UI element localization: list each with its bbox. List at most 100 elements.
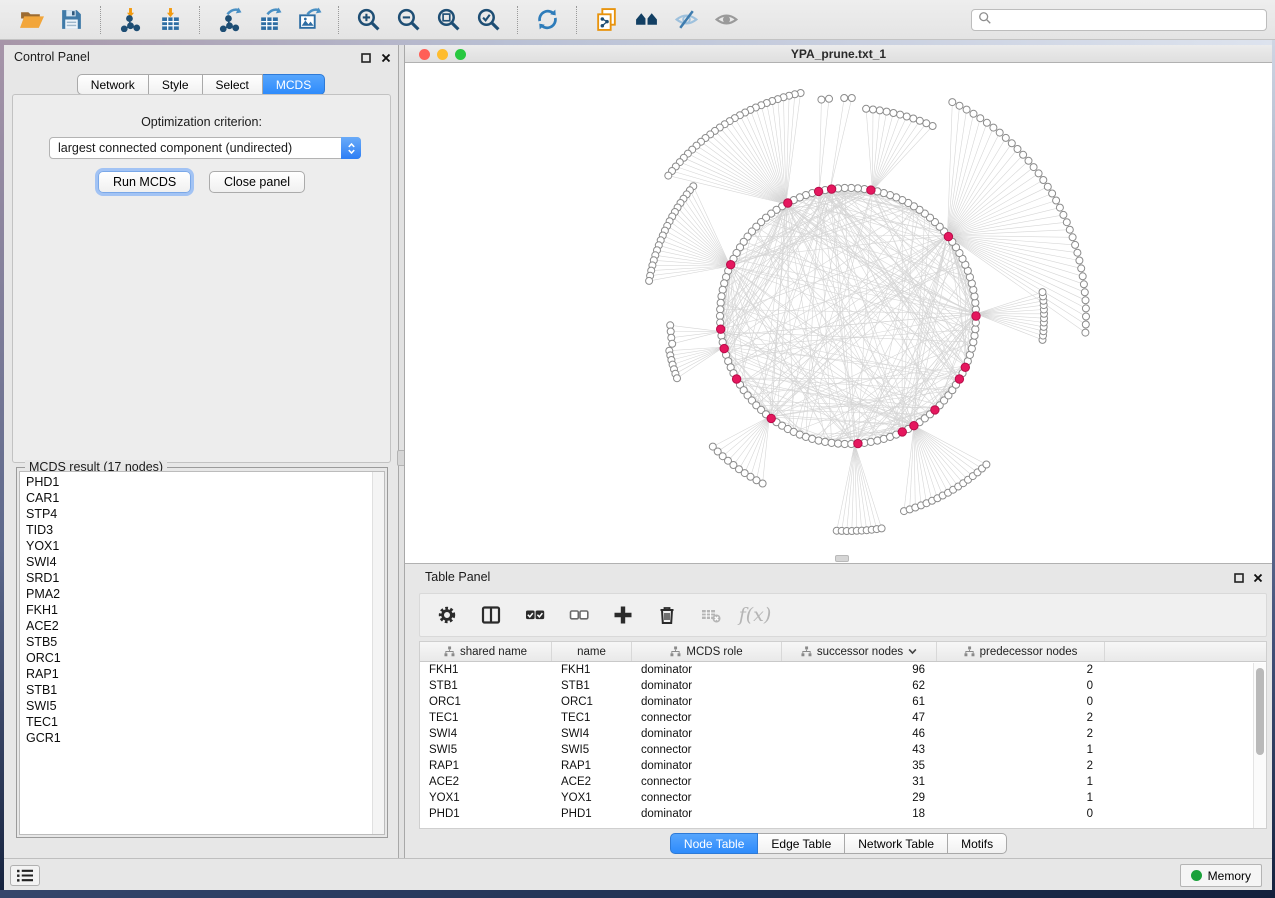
zoom-selected-button[interactable]	[471, 4, 505, 36]
satellite-node[interactable]	[983, 119, 990, 126]
satellite-node[interactable]	[1082, 305, 1089, 312]
mcds-result-item[interactable]: RAP1	[20, 666, 371, 682]
mcds-hub-node[interactable]	[814, 187, 822, 195]
delete-row-button[interactable]	[654, 602, 680, 628]
tab-select[interactable]: Select	[203, 74, 263, 95]
column-header-predecessor-nodes[interactable]: predecessor nodes	[937, 642, 1105, 661]
mcds-result-item[interactable]: SWI4	[20, 554, 371, 570]
node-table[interactable]: shared namenameMCDS rolesuccessor nodesp…	[419, 641, 1267, 829]
satellite-node[interactable]	[674, 375, 681, 382]
table-row[interactable]: ACE2ACE2connector311	[420, 774, 1266, 790]
tab-edge-table[interactable]: Edge Table	[758, 833, 845, 854]
horizontal-splitter-handle[interactable]	[835, 555, 849, 562]
satellite-node[interactable]	[1082, 321, 1089, 328]
satellite-node[interactable]	[970, 110, 977, 117]
satellite-node[interactable]	[1066, 226, 1073, 233]
satellite-node[interactable]	[1056, 204, 1063, 211]
table-row[interactable]: YOX1YOX1connector291	[420, 790, 1266, 806]
table-options-gear-button[interactable]	[434, 602, 460, 628]
satellite-node[interactable]	[1063, 219, 1070, 226]
network-node[interactable]	[970, 339, 977, 346]
mcds-hub-node[interactable]	[727, 261, 735, 269]
tab-style[interactable]: Style	[149, 74, 203, 95]
table-row[interactable]: TEC1TEC1connector472	[420, 710, 1266, 726]
close-panel-button[interactable]: Close panel	[209, 171, 305, 193]
mcds-result-item[interactable]: PHD1	[20, 474, 371, 490]
satellite-node[interactable]	[883, 108, 890, 115]
satellite-node[interactable]	[1076, 257, 1083, 264]
add-row-button[interactable]	[610, 602, 636, 628]
export-network-button[interactable]	[212, 4, 246, 36]
open-file-button[interactable]	[14, 4, 48, 36]
mcds-hub-node[interactable]	[955, 375, 963, 383]
satellite-node[interactable]	[759, 480, 766, 487]
mcds-hub-node[interactable]	[944, 232, 952, 240]
satellite-node[interactable]	[1008, 140, 1015, 147]
satellite-node[interactable]	[848, 95, 855, 102]
satellite-node[interactable]	[1025, 157, 1032, 164]
satellite-node[interactable]	[977, 115, 984, 122]
optimization-criterion-select[interactable]: largest connected component (undirected)	[49, 137, 361, 159]
mcds-result-item[interactable]: ORC1	[20, 650, 371, 666]
mcds-hub-node[interactable]	[767, 414, 775, 422]
satellite-node[interactable]	[949, 99, 956, 106]
mcds-result-item[interactable]: SRD1	[20, 570, 371, 586]
satellite-node[interactable]	[956, 102, 963, 109]
export-table-button[interactable]	[252, 4, 286, 36]
run-mcds-button[interactable]: Run MCDS	[98, 171, 191, 193]
table-row[interactable]: STB1STB1dominator620	[420, 678, 1266, 694]
network-node[interactable]	[867, 438, 874, 445]
satellite-node[interactable]	[983, 461, 990, 468]
column-header-successor-nodes[interactable]: successor nodes	[782, 642, 937, 661]
mcds-hub-node[interactable]	[717, 325, 725, 333]
table-scrollbar[interactable]	[1253, 663, 1266, 828]
mcds-result-item[interactable]: TEC1	[20, 714, 371, 730]
mcds-result-item[interactable]: YOX1	[20, 538, 371, 554]
satellite-node[interactable]	[1039, 289, 1046, 296]
satellite-node[interactable]	[1060, 211, 1067, 218]
satellite-node[interactable]	[841, 95, 848, 102]
satellite-node[interactable]	[1014, 146, 1021, 153]
show-columns-button[interactable]	[478, 602, 504, 628]
column-header-shared-name[interactable]: shared name	[420, 642, 552, 661]
satellite-node[interactable]	[923, 120, 930, 127]
satellite-node[interactable]	[1082, 297, 1089, 304]
mcds-hub-node[interactable]	[898, 428, 906, 436]
mcds-hub-node[interactable]	[854, 439, 862, 447]
satellite-node[interactable]	[1074, 249, 1081, 256]
satellite-node[interactable]	[1078, 265, 1085, 272]
network-graph-svg[interactable]	[405, 63, 1272, 560]
tab-node-table[interactable]: Node Table	[670, 833, 759, 854]
network-canvas[interactable]	[405, 63, 1272, 560]
satellite-node[interactable]	[1069, 234, 1076, 241]
mcds-hub-node[interactable]	[827, 185, 835, 193]
satellite-node[interactable]	[646, 277, 653, 284]
table-panel-float-button[interactable]	[1232, 571, 1246, 585]
table-panel-close-button[interactable]	[1251, 571, 1265, 585]
network-node[interactable]	[719, 286, 726, 293]
satellite-node[interactable]	[916, 117, 923, 124]
mcds-hub-node[interactable]	[720, 344, 728, 352]
satellite-node[interactable]	[669, 340, 676, 347]
satellite-node[interactable]	[1079, 273, 1086, 280]
select-all-checks-button[interactable]	[522, 602, 548, 628]
mcds-list-scrollbar[interactable]	[372, 472, 384, 834]
table-row[interactable]: RAP1RAP1dominator352	[420, 758, 1266, 774]
export-image-button[interactable]	[292, 4, 326, 36]
mcds-hub-node[interactable]	[961, 363, 969, 371]
table-row[interactable]: FKH1FKH1dominator962	[420, 662, 1266, 678]
network-node[interactable]	[971, 293, 978, 300]
column-header-MCDS-role[interactable]: MCDS role	[632, 642, 782, 661]
table-row[interactable]: SWI5SWI5connector431	[420, 742, 1266, 758]
tab-motifs[interactable]: Motifs	[948, 833, 1007, 854]
tab-mcds[interactable]: MCDS	[263, 74, 325, 95]
satellite-node[interactable]	[1002, 134, 1009, 141]
mcds-result-item[interactable]: STP4	[20, 506, 371, 522]
save-session-button[interactable]	[54, 4, 88, 36]
refresh-layout-button[interactable]	[530, 4, 564, 36]
network-node[interactable]	[972, 326, 979, 333]
column-header-name[interactable]: name	[552, 642, 632, 661]
network-node[interactable]	[815, 437, 822, 444]
mcds-result-item[interactable]: PMA2	[20, 586, 371, 602]
mcds-result-item[interactable]: STB5	[20, 634, 371, 650]
